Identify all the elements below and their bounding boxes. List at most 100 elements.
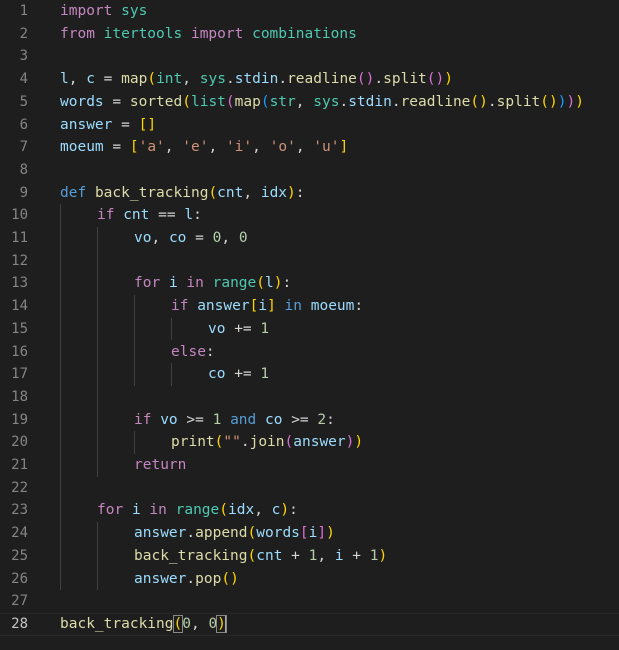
line-number: 12 bbox=[11, 252, 28, 269]
code-token: 1 bbox=[260, 366, 270, 383]
code-line[interactable]: answer = [] bbox=[60, 114, 619, 137]
code-token: range bbox=[175, 502, 220, 519]
code-token: for bbox=[134, 275, 161, 292]
code-token: ) bbox=[230, 570, 239, 587]
code-token: ( bbox=[284, 434, 294, 451]
code-token: cnt bbox=[123, 207, 150, 224]
code-token: : bbox=[193, 207, 202, 224]
line-number: 8 bbox=[19, 161, 28, 178]
code-token: "" bbox=[223, 434, 241, 451]
code-token: = bbox=[103, 139, 130, 156]
code-line[interactable]: if answer[i] in moeum: bbox=[60, 295, 619, 318]
code-token: cnt bbox=[256, 547, 283, 564]
line-number: 7 bbox=[19, 139, 28, 156]
code-line[interactable]: for i in range(l): bbox=[60, 272, 619, 295]
code-token: moeum bbox=[310, 298, 355, 315]
code-token: itertools bbox=[103, 25, 183, 42]
code-line[interactable]: import sys bbox=[60, 0, 619, 23]
code-token: and bbox=[230, 411, 257, 428]
code-line[interactable]: moeum = ['a', 'e', 'i', 'o', 'u'] bbox=[60, 136, 619, 159]
code-area[interactable]: import sys from itertools import combinat… bbox=[0, 0, 619, 650]
code-line[interactable]: print("".join(answer)) bbox=[60, 431, 619, 454]
code-line[interactable]: for i in range(idx, c): bbox=[60, 499, 619, 522]
code-token: co bbox=[265, 411, 283, 428]
code-token: append bbox=[195, 525, 248, 542]
code-token: l bbox=[265, 275, 274, 292]
code-token: l bbox=[60, 71, 69, 88]
code-line[interactable]: co += 1 bbox=[60, 363, 619, 386]
code-token: . bbox=[487, 93, 497, 110]
code-token: = bbox=[186, 230, 213, 246]
line-number: 14 bbox=[11, 298, 28, 315]
code-token: def bbox=[60, 184, 87, 201]
code-token: in bbox=[186, 275, 204, 292]
code-token: stdin bbox=[234, 71, 279, 88]
code-line[interactable]: vo, co = 0, 0 bbox=[60, 227, 619, 250]
code-line[interactable]: answer.pop() bbox=[60, 568, 619, 591]
code-token: back_tracking bbox=[134, 547, 248, 564]
code-token: ( bbox=[256, 275, 265, 292]
code-line[interactable]: return bbox=[60, 454, 619, 477]
line-number: 23 bbox=[11, 502, 28, 519]
code-line[interactable] bbox=[60, 386, 619, 409]
code-line[interactable]: if vo >= 1 and co >= 2: bbox=[60, 409, 619, 432]
code-token: list bbox=[190, 93, 226, 110]
line-number: 4 bbox=[19, 71, 28, 88]
code-line[interactable] bbox=[60, 477, 619, 500]
line-number: 9 bbox=[19, 184, 28, 201]
code-token: range bbox=[212, 275, 257, 292]
code-token: ( bbox=[225, 93, 235, 110]
code-token: ( bbox=[260, 93, 270, 110]
code-token: . bbox=[391, 93, 401, 110]
code-token: ( bbox=[247, 525, 257, 542]
code-editor[interactable]: 1 2 3 4 5 6 7 8 9 10 11 12 13 14 15 16 17 18 19 20 21 22 23 24 2… bbox=[0, 0, 619, 650]
code-token: int bbox=[156, 71, 183, 88]
code-line[interactable]: else: bbox=[60, 341, 619, 364]
code-line[interactable]: vo += 1 bbox=[60, 318, 619, 341]
code-token: l bbox=[184, 207, 194, 224]
code-line[interactable] bbox=[60, 250, 619, 273]
code-token: : bbox=[354, 298, 364, 315]
code-token: words bbox=[60, 93, 104, 110]
code-token: ) bbox=[280, 502, 290, 519]
code-line[interactable]: back_tracking(cnt + 1, i + 1) bbox=[60, 545, 619, 568]
code-token: ( bbox=[219, 502, 228, 519]
code-token: = bbox=[94, 71, 122, 88]
code-line[interactable] bbox=[60, 159, 619, 182]
code-token: : bbox=[326, 411, 335, 428]
code-line[interactable] bbox=[60, 590, 619, 613]
code-token: ) bbox=[566, 93, 576, 110]
code-token: co bbox=[208, 366, 226, 383]
code-line[interactable]: from itertools import combinations bbox=[60, 23, 619, 46]
code-line[interactable]: l, c = map(int, sys.stdin.readline().spl… bbox=[60, 68, 619, 91]
code-token: 0 bbox=[238, 230, 248, 246]
code-token: ) bbox=[479, 93, 488, 110]
text-cursor bbox=[224, 615, 227, 633]
code-line[interactable]: back_tracking(0, 0) bbox=[0, 612, 619, 636]
code-line[interactable] bbox=[60, 45, 619, 68]
code-line[interactable]: if cnt == l: bbox=[60, 204, 619, 227]
code-token: : bbox=[295, 184, 305, 201]
line-number: 11 bbox=[11, 230, 28, 246]
code-line[interactable]: words = sorted(list(map(str, sys.stdin.r… bbox=[60, 91, 619, 114]
code-line[interactable]: def back_tracking(cnt, idx): bbox=[60, 182, 619, 205]
code-token: if bbox=[171, 298, 189, 315]
code-token: ( bbox=[172, 614, 184, 633]
code-line[interactable]: answer.append(words[i]) bbox=[60, 522, 619, 545]
line-number: 26 bbox=[11, 570, 28, 587]
code-token: vo bbox=[134, 230, 152, 246]
code-token: i bbox=[258, 298, 268, 315]
code-token: ( bbox=[208, 184, 218, 201]
code-token: ( bbox=[247, 547, 257, 564]
code-token: , bbox=[68, 71, 87, 88]
code-token: 2 bbox=[317, 411, 327, 428]
line-number-gutter: 1 2 3 4 5 6 7 8 9 10 11 12 13 14 15 16 17 18 19 20 21 22 23 24 2… bbox=[0, 0, 40, 650]
code-token: [ bbox=[129, 139, 139, 156]
